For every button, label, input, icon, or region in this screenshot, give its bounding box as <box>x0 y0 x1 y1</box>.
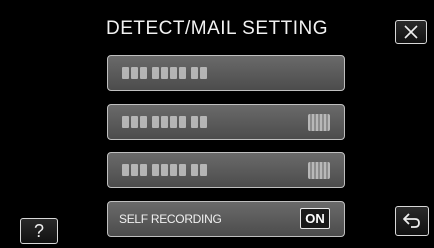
back-arrow-icon <box>403 213 420 228</box>
close-icon <box>404 25 418 39</box>
obscured-label <box>122 116 207 128</box>
close-button[interactable] <box>395 20 427 44</box>
obscured-label <box>122 164 207 176</box>
help-button[interactable]: ? <box>20 218 58 244</box>
back-button[interactable] <box>395 206 429 236</box>
menu-item-self-recording[interactable]: SELF RECORDING ON <box>107 201 345 237</box>
menu-item-1[interactable] <box>107 55 345 91</box>
obscured-status-badge <box>308 162 330 179</box>
menu-item-3[interactable] <box>107 152 345 188</box>
menu-item-2[interactable] <box>107 104 345 140</box>
on-status-badge: ON <box>300 208 330 229</box>
self-recording-label: SELF RECORDING <box>119 212 222 226</box>
obscured-status-badge <box>308 114 330 131</box>
page-title: DETECT/MAIL SETTING <box>105 18 329 39</box>
obscured-label <box>122 67 207 79</box>
